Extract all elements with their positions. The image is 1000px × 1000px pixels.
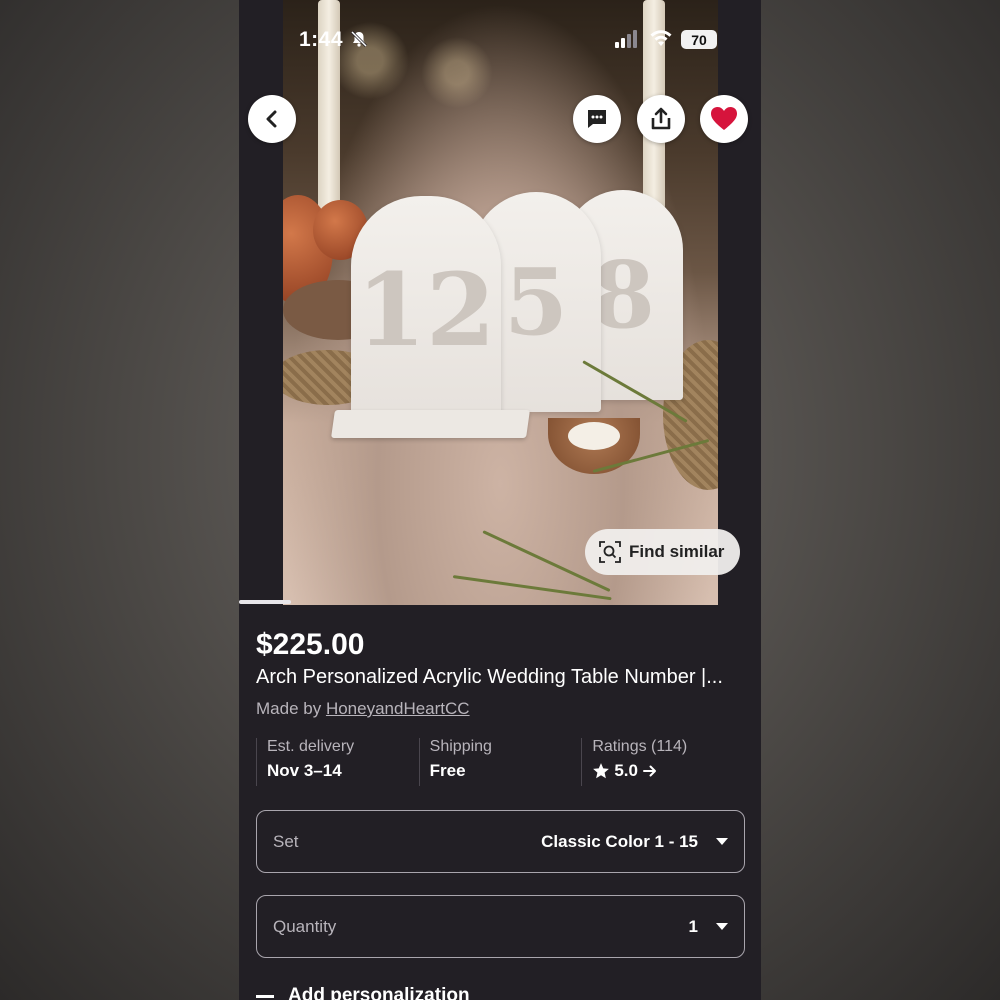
find-similar-label: Find similar	[629, 542, 725, 561]
delivery-stat: Est. delivery Nov 3–14	[256, 738, 419, 786]
signal-icon	[615, 30, 637, 48]
made-by-prefix: Made by	[256, 699, 326, 718]
quantity-select[interactable]: Quantity 1	[256, 895, 745, 958]
share-button[interactable]	[637, 95, 685, 143]
shipping-stat: Shipping Free	[418, 738, 582, 786]
find-similar-button[interactable]: Find similar	[585, 529, 740, 575]
share-icon	[651, 107, 671, 130]
set-label: Set	[273, 831, 299, 851]
delivery-value: Nov 3–14	[267, 761, 342, 780]
add-personalization-label: Add personalization	[288, 985, 470, 1000]
heart-icon	[711, 107, 737, 130]
star-icon	[593, 763, 610, 779]
shipping-label: Shipping	[429, 738, 492, 755]
sign-number: 12	[356, 251, 496, 369]
back-button[interactable]	[248, 95, 296, 143]
battery-icon: 70	[681, 30, 717, 49]
arrow-right-icon	[642, 765, 656, 777]
collapse-icon	[256, 994, 274, 998]
status-bar: 1:44 70	[239, 0, 761, 80]
wifi-icon	[650, 30, 672, 46]
add-personalization-toggle[interactable]: Add personalization	[256, 985, 470, 1000]
product-image[interactable]: 8 5 12	[283, 0, 718, 605]
votive-candle	[548, 418, 640, 474]
back-icon	[266, 110, 277, 128]
chevron-down-icon	[716, 923, 728, 930]
ratings-value-row[interactable]: 5.0	[592, 761, 744, 781]
message-seller-button[interactable]	[573, 95, 621, 143]
listing-title[interactable]: Arch Personalized Acrylic Wedding Table …	[256, 666, 746, 689]
set-value: Classic Color 1 - 15	[541, 831, 698, 851]
visual-search-icon	[599, 541, 621, 563]
quantity-value: 1	[688, 916, 698, 936]
shop-link[interactable]: HoneyandHeartCC	[326, 699, 470, 718]
set-select[interactable]: Set Classic Color 1 - 15	[256, 810, 745, 873]
status-time: 1:44	[299, 28, 344, 51]
table-number-sign: 12	[351, 196, 501, 424]
app-screen: 8 5 12 1:44 70 Find similar $225.00 Arch…	[239, 0, 761, 1000]
bell-slash-icon	[350, 30, 368, 48]
quantity-label: Quantity	[273, 916, 337, 936]
message-icon	[588, 110, 606, 128]
made-by: Made by HoneyandHeartCC	[256, 699, 470, 719]
sign-base	[331, 410, 530, 438]
favorite-button[interactable]	[700, 95, 748, 143]
delivery-label: Est. delivery	[267, 738, 355, 755]
listing-stats: Est. delivery Nov 3–14 Shipping Free Rat…	[256, 738, 744, 786]
shipping-value: Free	[429, 761, 466, 780]
ratings-stat[interactable]: Ratings (114) 5.0	[581, 738, 744, 786]
ratings-value: 5.0	[614, 761, 638, 780]
battery-level: 70	[691, 31, 707, 48]
sign-number: 5	[503, 248, 568, 356]
chevron-down-icon	[716, 838, 728, 845]
image-carousel-progress	[239, 600, 291, 604]
ratings-label: Ratings (114)	[592, 738, 688, 755]
listing-price: $225.00	[256, 628, 365, 661]
